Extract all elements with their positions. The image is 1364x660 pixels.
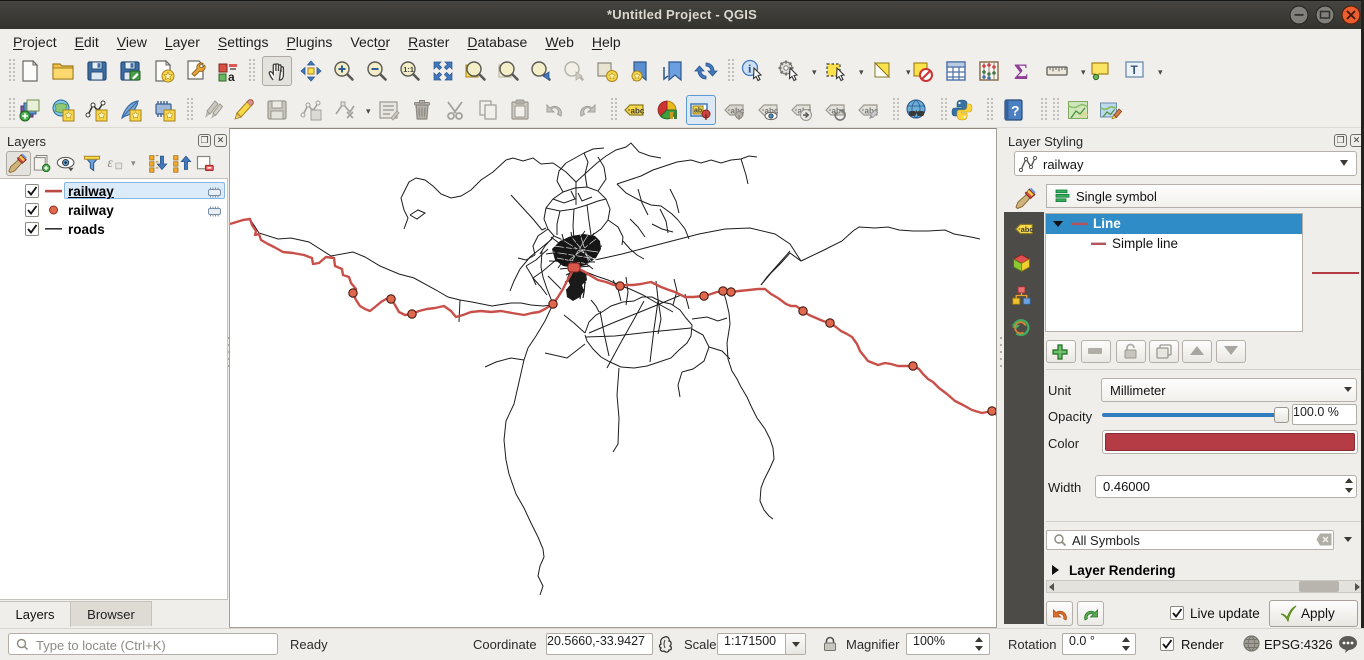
svg-text:T: T xyxy=(1131,63,1139,77)
svg-text:abc: abc xyxy=(1021,225,1034,234)
svg-text:1:1: 1:1 xyxy=(403,65,414,74)
svg-text:?: ? xyxy=(1011,103,1020,119)
svg-text:Σ: Σ xyxy=(1014,59,1028,83)
svg-text:abc: abc xyxy=(631,107,645,116)
svg-text:ε: ε xyxy=(108,155,114,170)
svg-text:ab: ab xyxy=(694,108,702,115)
svg-text:a: a xyxy=(228,70,235,83)
